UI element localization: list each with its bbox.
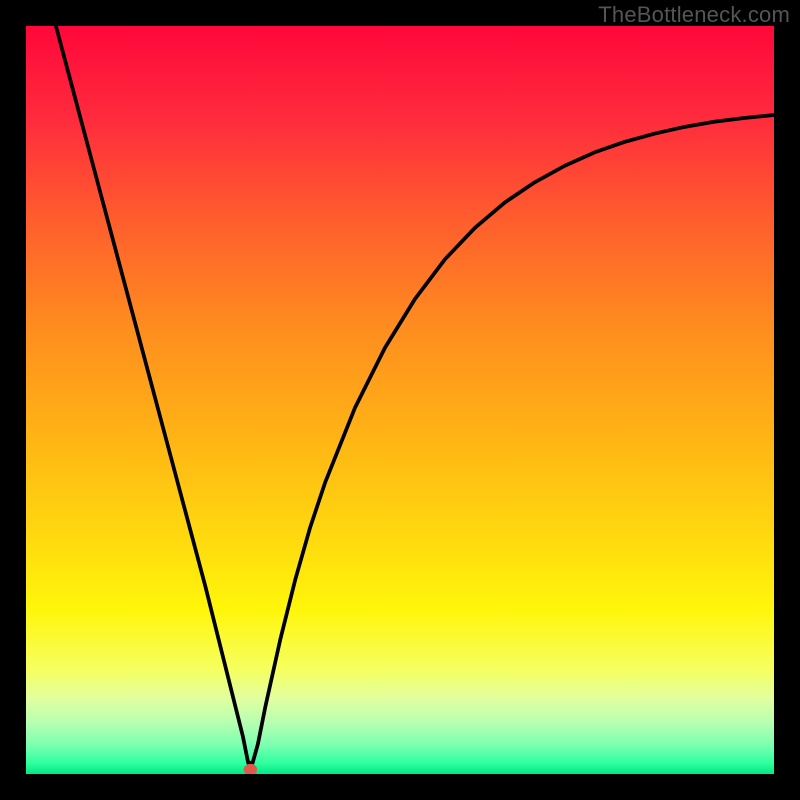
minimum-marker xyxy=(244,764,257,774)
curve-layer xyxy=(26,26,774,774)
watermark-text: TheBottleneck.com xyxy=(598,2,790,28)
plot-area xyxy=(26,26,774,774)
chart-frame: TheBottleneck.com xyxy=(0,0,800,800)
bottleneck-curve xyxy=(56,26,774,763)
